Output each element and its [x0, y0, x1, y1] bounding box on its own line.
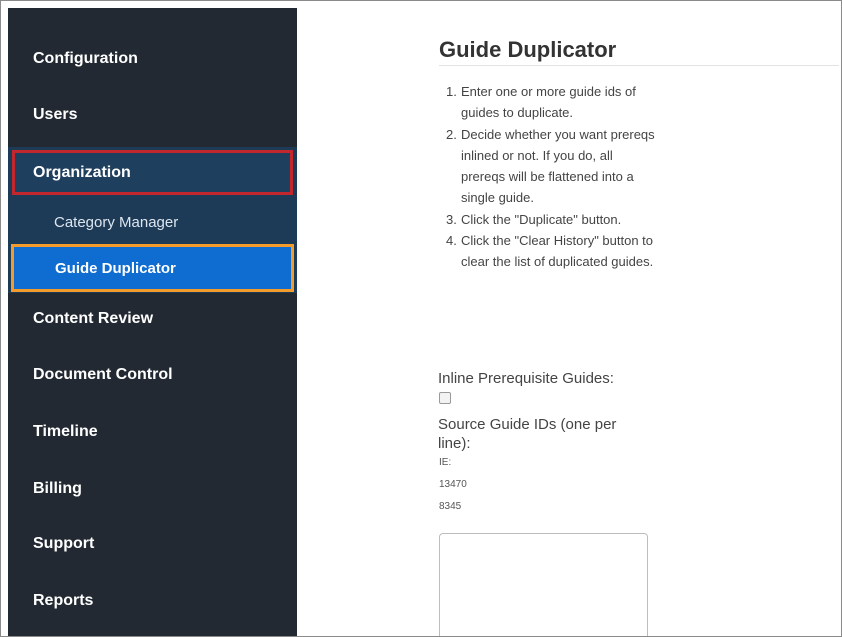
instructions-list: 1. Enter one or more guide ids of guides… — [446, 81, 656, 273]
sidebar-item-label: Timeline — [33, 423, 98, 440]
title-divider — [439, 65, 839, 66]
app-frame: Configuration Users Organization Categor… — [0, 0, 842, 637]
source-ids-textarea[interactable] — [439, 533, 648, 636]
sidebar-subitem-label: Category Manager — [54, 213, 179, 231]
step-text: Enter one or more guide ids of guides to… — [461, 84, 636, 121]
sidebar-item-document-control[interactable]: Document Control — [8, 350, 297, 400]
sidebar-item-label: Organization — [33, 163, 131, 181]
step-text: Click the "Clear History" button to clea… — [461, 233, 654, 270]
sidebar-item-reports[interactable]: Reports — [8, 576, 297, 626]
instruction-step: 1. Enter one or more guide ids of guides… — [446, 81, 656, 124]
source-ids-hint: 13470 — [439, 479, 467, 490]
sidebar-item-label: Billing — [33, 480, 82, 497]
step-number: 4. — [446, 233, 457, 249]
sidebar-item-support[interactable]: Support — [8, 519, 297, 569]
sidebar-item-configuration[interactable]: Configuration — [8, 34, 297, 84]
sidebar-item-timeline[interactable]: Timeline — [8, 407, 297, 457]
sidebar-item-users[interactable]: Users — [8, 90, 297, 140]
sidebar-item-label: Document Control — [33, 366, 173, 383]
step-text: Click the "Duplicate" button. — [461, 211, 622, 227]
step-number: 3. — [446, 211, 457, 227]
sidebar-item-label: Reports — [33, 592, 94, 609]
sidebar-subitem-category-manager[interactable]: Category Manager — [8, 202, 297, 242]
sidebar-item-content-review[interactable]: Content Review — [8, 294, 297, 344]
instruction-step: 4. Click the "Clear History" button to c… — [446, 230, 656, 273]
sidebar-item-label: Configuration — [33, 50, 138, 67]
step-number: 2. — [446, 126, 457, 142]
main-content: Guide Duplicator 1. Enter one or more gu… — [297, 1, 841, 636]
sidebar-subitem-guide-duplicator[interactable]: Guide Duplicator — [11, 244, 294, 292]
sidebar-item-label: Content Review — [33, 310, 154, 327]
page-title: Guide Duplicator — [439, 37, 617, 62]
sidebar-group-organization: Organization Category Manager Guide Dupl… — [8, 147, 297, 293]
sidebar: Configuration Users Organization Categor… — [8, 8, 297, 636]
instruction-step: 2. Decide whether you want prereqs inlin… — [446, 124, 656, 209]
source-ids-hint: 8345 — [439, 501, 462, 512]
inline-prereq-checkbox[interactable] — [439, 392, 451, 404]
sidebar-item-organization[interactable]: Organization — [12, 150, 293, 195]
sidebar-subitem-label: Guide Duplicator — [55, 259, 176, 277]
sidebar-item-billing[interactable]: Billing — [8, 464, 297, 514]
sidebar-item-label: Users — [33, 106, 78, 123]
inline-prereq-label: Inline Prerequisite Guides: — [438, 370, 614, 387]
sidebar-item-label: Support — [33, 535, 95, 552]
step-number: 1. — [446, 84, 457, 99]
instruction-step: 3. Click the "Duplicate" button. — [446, 209, 656, 230]
source-ids-label: Source Guide IDs (one per line): — [438, 416, 617, 452]
step-text: Decide whether you want prereqs inlined … — [461, 126, 655, 206]
source-ids-hint: IE: — [439, 457, 452, 468]
